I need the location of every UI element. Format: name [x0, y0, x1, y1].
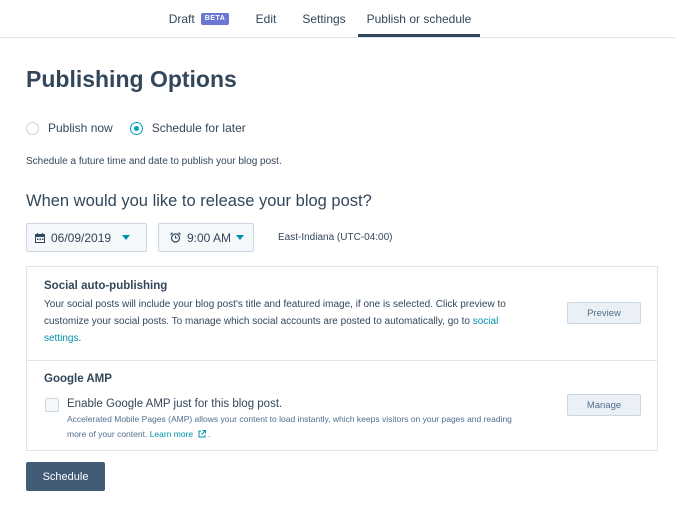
tab-settings[interactable]: Settings	[294, 0, 354, 37]
amp-note: Accelerated Mobile Pages (AMP) allows yo…	[67, 412, 547, 443]
external-link-icon	[198, 428, 206, 443]
beta-badge: BETA	[200, 12, 230, 25]
amp-note-line2: more of your content.	[67, 429, 150, 439]
release-question: When would you like to release your blog…	[26, 192, 372, 210]
page-title: Publishing Options	[26, 66, 237, 92]
schedule-description: Schedule a future time and date to publi…	[26, 156, 282, 167]
tab-draft-label: Draft	[168, 11, 195, 26]
tab-edit[interactable]: Edit	[246, 0, 286, 37]
schedule-later-label[interactable]: Schedule for later	[152, 121, 246, 135]
publish-now-radio[interactable]	[26, 121, 39, 135]
timezone-label: East-Indiana (UTC-04:00)	[278, 232, 393, 243]
tab-settings-label: Settings	[302, 11, 346, 26]
calendar-icon	[35, 232, 45, 243]
section-divider	[27, 360, 657, 361]
time-value: 9:00 AM	[187, 230, 232, 245]
schedule-button[interactable]: Schedule	[26, 462, 105, 491]
social-text-line1: Your social posts will include your blog…	[44, 299, 506, 310]
date-value: 06/09/2019	[51, 230, 112, 245]
chevron-down-icon	[122, 235, 131, 240]
social-description: Your social posts will include your blog…	[44, 296, 544, 347]
amp-section-title: Google AMP	[44, 373, 112, 385]
date-picker[interactable]: 06/09/2019	[26, 223, 147, 252]
learn-more-label: Learn more	[149, 429, 194, 439]
alarm-clock-icon	[170, 232, 181, 243]
time-picker[interactable]: 9:00 AM	[158, 223, 254, 252]
publish-now-label[interactable]: Publish now	[48, 121, 113, 135]
amp-note-line1: Accelerated Mobile Pages (AMP) allows yo…	[67, 414, 512, 424]
tab-publish-label: Publish or schedule	[366, 11, 472, 26]
chevron-down-icon	[236, 235, 245, 240]
tab-bar: Draft BETA Edit Settings Publish or sche…	[0, 0, 675, 38]
tab-draft[interactable]: Draft BETA	[154, 0, 244, 37]
social-text-line2: customize your social posts. To manage w…	[44, 316, 473, 327]
amp-checkbox[interactable]	[45, 398, 59, 412]
publish-mode-group: Publish now Schedule for later	[26, 121, 246, 135]
learn-more-link[interactable]: Learn more	[150, 429, 208, 439]
tab-publish-or-schedule[interactable]: Publish or schedule	[358, 0, 480, 37]
publishing-settings-card: Social auto-publishing Your social posts…	[26, 266, 658, 451]
tab-edit-label: Edit	[255, 11, 277, 26]
manage-button[interactable]: Manage	[567, 394, 641, 416]
amp-checkbox-label[interactable]: Enable Google AMP just for this blog pos…	[67, 398, 282, 410]
schedule-later-radio[interactable]	[129, 121, 143, 135]
social-section-title: Social auto-publishing	[44, 280, 168, 292]
social-settings-link-continued[interactable]: settings	[44, 333, 78, 344]
preview-button[interactable]: Preview	[567, 302, 641, 324]
amp-note-suffix: .	[207, 429, 211, 439]
social-settings-link[interactable]: social	[473, 316, 499, 327]
social-text-suffix: .	[78, 333, 82, 344]
